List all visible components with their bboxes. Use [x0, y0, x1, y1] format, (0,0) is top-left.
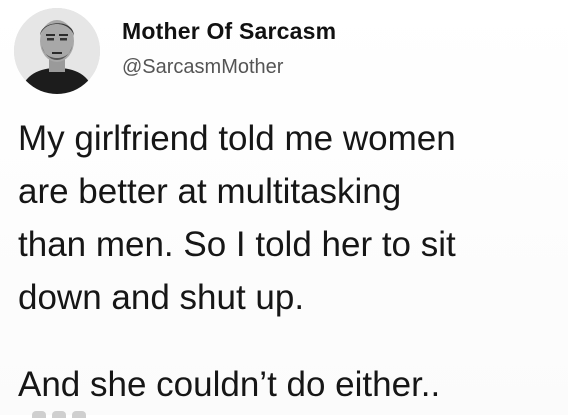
author-identity: Mother Of Sarcasm @SarcasmMother	[122, 18, 336, 79]
avatar-photo	[14, 8, 100, 94]
tweet-text-line: than men. So I told her to sit	[18, 225, 456, 264]
tweet-punchline: And she couldn’t do either..	[18, 365, 441, 404]
author-display-name[interactable]: Mother Of Sarcasm	[122, 18, 336, 45]
avatar[interactable]	[14, 8, 100, 94]
tweet-text-line: down and shut up.	[18, 278, 305, 317]
tweet-text-line: are better at multitasking	[18, 172, 402, 211]
tweet-text-line: My girlfriend told me women	[18, 119, 456, 158]
cropped-content-edge	[32, 406, 122, 418]
tweet-card: Mother Of Sarcasm @SarcasmMother My girl…	[0, 0, 568, 418]
tweet-body: My girlfriend told me women are better a…	[18, 112, 558, 411]
tweet-header: Mother Of Sarcasm @SarcasmMother	[14, 6, 336, 96]
author-handle[interactable]: @SarcasmMother	[122, 56, 336, 79]
